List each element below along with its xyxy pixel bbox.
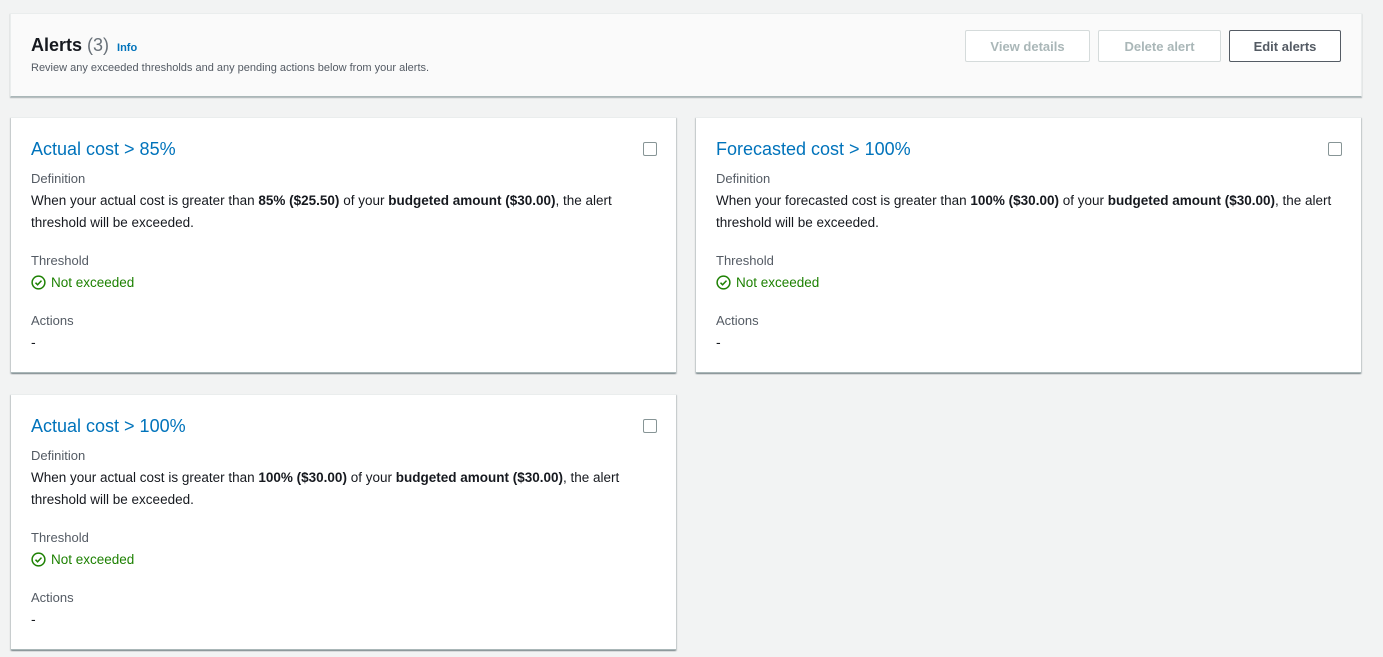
alert-title-link[interactable]: Forecasted cost > 100%: [716, 139, 911, 160]
alert-title-link[interactable]: Actual cost > 100%: [31, 416, 186, 437]
definition-text: When your actual cost is greater than 10…: [31, 467, 658, 511]
view-details-button[interactable]: View details: [965, 30, 1090, 62]
definition-text: When your actual cost is greater than 85…: [31, 190, 658, 234]
check-circle-icon: [31, 552, 46, 567]
threshold-label: Threshold: [31, 253, 89, 268]
threshold-label: Threshold: [31, 530, 89, 545]
definition-part: of your: [1058, 193, 1108, 208]
threshold-label: Threshold: [716, 253, 774, 268]
threshold-status: Not exceeded: [716, 275, 819, 290]
threshold-status: Not exceeded: [31, 275, 134, 290]
page-title: Alerts: [31, 35, 83, 55]
definition-label: Definition: [31, 171, 86, 186]
actions-label: Actions: [31, 590, 74, 605]
definition-label: Definition: [716, 171, 771, 186]
alert-card: Actual cost > 100% Definition When your …: [11, 394, 676, 650]
definition-percent: 100% ($30.00): [970, 193, 1059, 208]
alert-checkbox[interactable]: [1328, 142, 1342, 156]
check-circle-icon: [716, 275, 731, 290]
definition-part: When your actual cost is greater than: [31, 193, 259, 208]
status-text: Not exceeded: [736, 275, 820, 290]
actions-label: Actions: [31, 313, 74, 328]
alert-title-link[interactable]: Actual cost > 85%: [31, 139, 176, 160]
alerts-header: Alerts (3) Info Review any exceeded thre…: [10, 13, 1362, 97]
edit-alerts-button[interactable]: Edit alerts: [1229, 30, 1341, 62]
alert-card: Forecasted cost > 100% Definition When y…: [696, 117, 1361, 373]
info-link[interactable]: Info: [117, 42, 137, 54]
actions-value: -: [31, 611, 36, 627]
check-circle-icon: [31, 275, 46, 290]
definition-part: When your forecasted cost is greater tha…: [716, 193, 971, 208]
alerts-title-group: Alerts (3) Info: [31, 35, 137, 56]
alerts-count: (3): [87, 35, 110, 55]
status-text: Not exceeded: [51, 552, 135, 567]
definition-budget: budgeted amount ($30.00): [395, 470, 563, 485]
definition-text: When your forecasted cost is greater tha…: [716, 190, 1343, 234]
definition-budget: budgeted amount ($30.00): [1107, 193, 1276, 208]
actions-value: -: [716, 334, 721, 350]
definition-part: of your: [346, 470, 396, 485]
threshold-status: Not exceeded: [31, 552, 134, 567]
definition-part: When your actual cost is greater than: [31, 470, 259, 485]
alert-card: Actual cost > 85% Definition When your a…: [11, 117, 676, 373]
definition-percent: 100% ($30.00): [258, 470, 347, 485]
definition-budget: budgeted amount ($30.00): [388, 193, 556, 208]
delete-alert-button[interactable]: Delete alert: [1098, 30, 1221, 62]
actions-label: Actions: [716, 313, 759, 328]
alert-checkbox[interactable]: [643, 142, 657, 156]
definition-percent: 85% ($25.50): [258, 193, 340, 208]
actions-value: -: [31, 334, 36, 350]
alerts-description: Review any exceeded thresholds and any p…: [31, 62, 430, 74]
definition-part: of your: [339, 193, 389, 208]
alert-checkbox[interactable]: [643, 419, 657, 433]
definition-label: Definition: [31, 448, 86, 463]
status-text: Not exceeded: [51, 275, 135, 290]
